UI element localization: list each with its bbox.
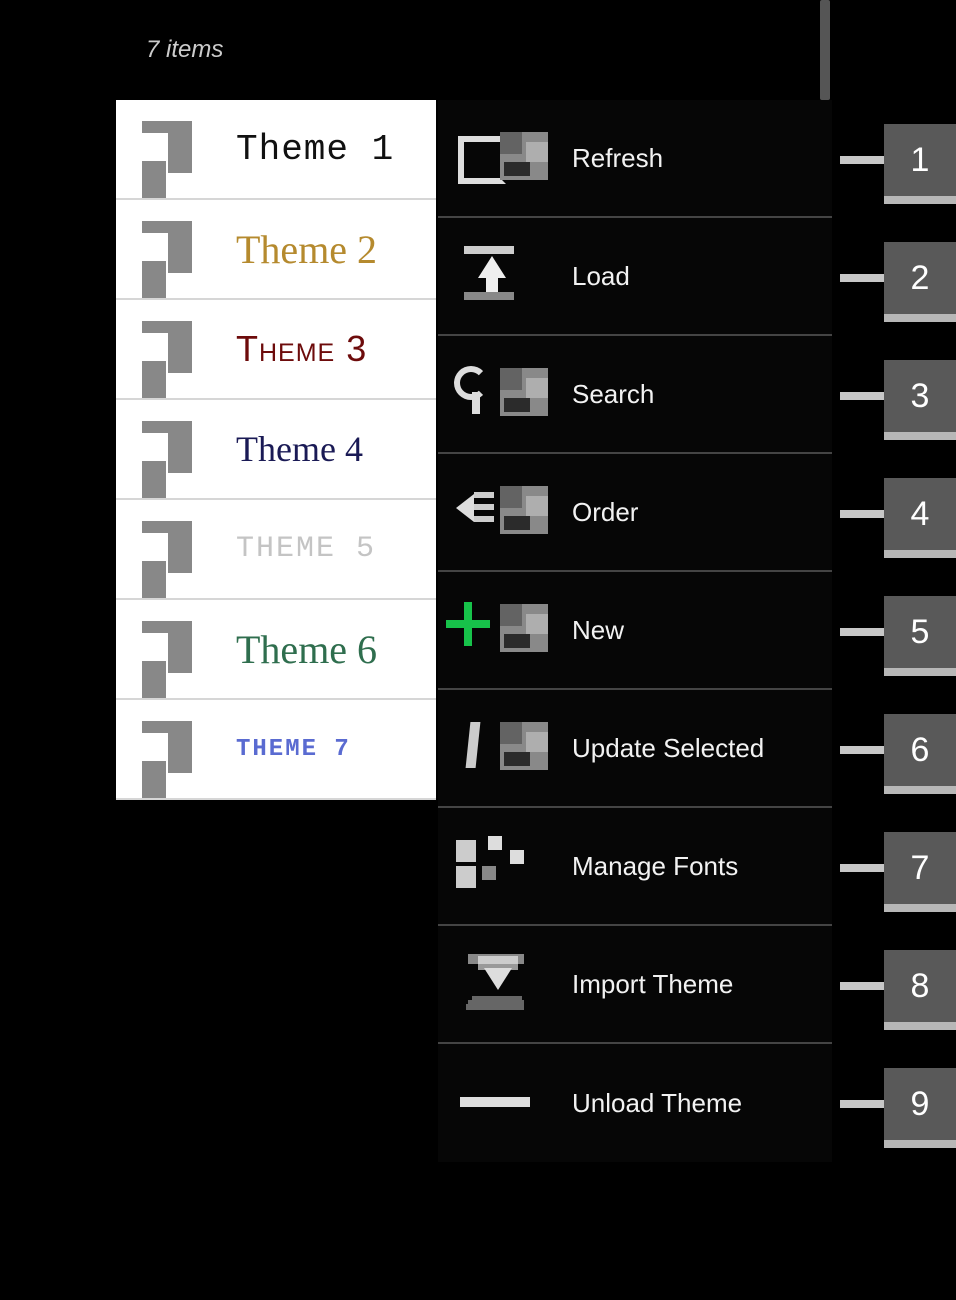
callout-3: 3 xyxy=(840,360,956,432)
callout-line xyxy=(840,746,884,754)
theme-icon xyxy=(138,215,206,283)
menu-label: New xyxy=(572,615,624,646)
item-count-label: 7 items xyxy=(146,36,223,64)
menu-item-load[interactable]: Load xyxy=(438,218,832,336)
menu-label: Unload Theme xyxy=(572,1088,742,1119)
menu-label: Manage Fonts xyxy=(572,851,738,882)
callout-number: 3 xyxy=(884,360,956,432)
callout-5: 5 xyxy=(840,596,956,668)
callout-line xyxy=(840,864,884,872)
theme-item-2[interactable]: Theme 2 xyxy=(116,200,436,300)
callout-line xyxy=(840,156,884,164)
theme-icon xyxy=(138,715,206,783)
callout-number: 9 xyxy=(884,1068,956,1140)
theme-label: THEME 7 xyxy=(236,736,351,763)
theme-item-6[interactable]: Theme 6 xyxy=(116,600,436,700)
theme-label: THEME 5 xyxy=(236,532,376,566)
search-icon xyxy=(454,362,550,426)
header-bar: 7 items xyxy=(108,0,830,100)
scrollbar[interactable] xyxy=(820,0,830,100)
callout-number: 8 xyxy=(884,950,956,1022)
refresh-icon xyxy=(454,126,550,190)
theme-icon xyxy=(138,515,206,583)
callout-line xyxy=(840,628,884,636)
update-icon xyxy=(454,716,550,780)
callout-line xyxy=(840,274,884,282)
theme-item-1[interactable]: Theme 1 xyxy=(116,100,436,200)
theme-label: Theme 3 xyxy=(236,328,367,370)
callout-2: 2 xyxy=(840,242,956,314)
theme-list-panel: Theme 1 Theme 2 Theme 3 Theme 4 THEME 5 … xyxy=(116,100,436,800)
callout-number: 7 xyxy=(884,832,956,904)
menu-label: Import Theme xyxy=(572,969,733,1000)
menu-label: Order xyxy=(572,497,638,528)
theme-label: Theme 6 xyxy=(236,626,377,673)
callout-7: 7 xyxy=(840,832,956,904)
callout-8: 8 xyxy=(840,950,956,1022)
theme-label: Theme 2 xyxy=(236,226,377,273)
theme-item-4[interactable]: Theme 4 xyxy=(116,400,436,500)
menu-label: Refresh xyxy=(572,143,663,174)
menu-label: Update Selected xyxy=(572,733,764,764)
menu-label: Load xyxy=(572,261,630,292)
theme-item-3[interactable]: Theme 3 xyxy=(116,300,436,400)
import-icon xyxy=(454,952,550,1016)
callout-line xyxy=(840,510,884,518)
theme-icon xyxy=(138,415,206,483)
new-plus-icon xyxy=(454,598,550,662)
callout-number: 1 xyxy=(884,124,956,196)
load-icon xyxy=(454,244,550,308)
theme-icon xyxy=(138,615,206,683)
callout-4: 4 xyxy=(840,478,956,550)
theme-icon xyxy=(138,315,206,383)
menu-item-unload-theme[interactable]: Unload Theme xyxy=(438,1044,832,1162)
callout-number: 2 xyxy=(884,242,956,314)
callout-line xyxy=(840,982,884,990)
menu-item-import-theme[interactable]: Import Theme xyxy=(438,926,832,1044)
context-menu: Refresh Load Search Order New Update Sel… xyxy=(438,100,832,1162)
callout-9: 9 xyxy=(840,1068,956,1140)
theme-label: Theme 4 xyxy=(236,428,363,470)
menu-item-order[interactable]: Order xyxy=(438,454,832,572)
order-icon xyxy=(454,480,550,544)
callout-number: 5 xyxy=(884,596,956,668)
theme-icon xyxy=(138,115,206,183)
menu-label: Search xyxy=(572,379,654,410)
fonts-icon xyxy=(454,834,550,898)
callout-6: 6 xyxy=(840,714,956,786)
callout-1: 1 xyxy=(840,124,956,196)
menu-item-search[interactable]: Search xyxy=(438,336,832,454)
unload-icon xyxy=(454,1071,550,1135)
theme-label: Theme 1 xyxy=(236,129,394,170)
callout-number: 4 xyxy=(884,478,956,550)
theme-item-7[interactable]: THEME 7 xyxy=(116,700,436,800)
callout-number: 6 xyxy=(884,714,956,786)
callout-line xyxy=(840,392,884,400)
menu-item-manage-fonts[interactable]: Manage Fonts xyxy=(438,808,832,926)
theme-item-5[interactable]: THEME 5 xyxy=(116,500,436,600)
callout-line xyxy=(840,1100,884,1108)
menu-item-new[interactable]: New xyxy=(438,572,832,690)
menu-item-refresh[interactable]: Refresh xyxy=(438,100,832,218)
menu-item-update-selected[interactable]: Update Selected xyxy=(438,690,832,808)
